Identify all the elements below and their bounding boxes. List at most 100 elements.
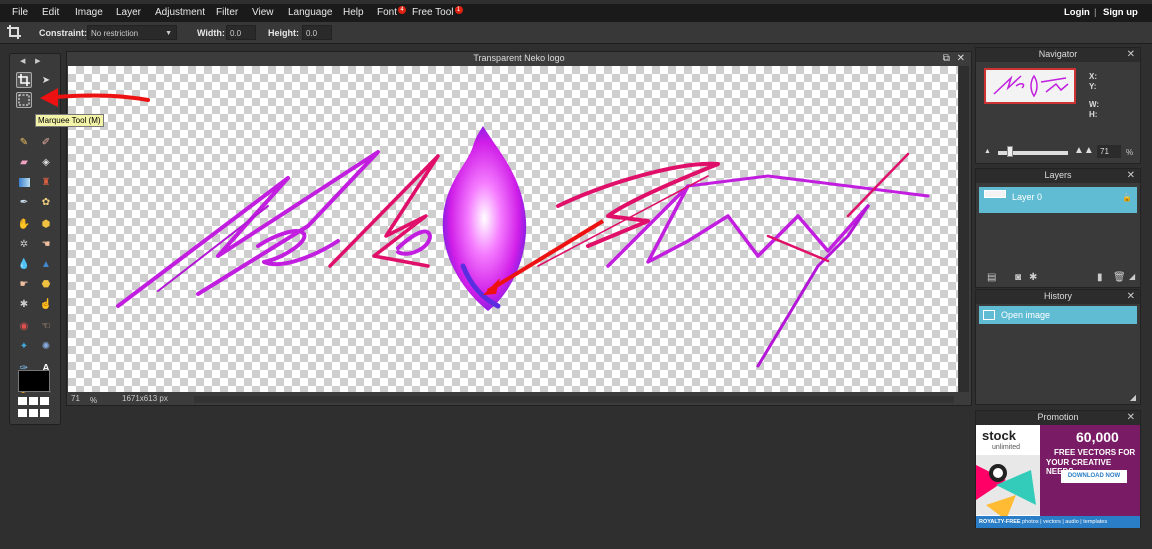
dodge-tool[interactable]: ⬣ [38,276,54,292]
width-field[interactable]: 0.0 [226,25,256,40]
navigator-zoom-field[interactable]: 71 [1097,145,1121,158]
menu-adjustment[interactable]: Adjustment [155,6,205,20]
login-link[interactable]: Login [1064,7,1090,18]
smudge-tool[interactable]: ☚ [38,236,54,252]
layer-settings-icon[interactable]: ▤ [987,272,996,283]
bucket-icon: ◈ [42,156,50,168]
color-picker-tool[interactable]: ✒ [16,194,32,210]
drawing-tool[interactable]: ✋ [16,216,32,232]
replace-color-tool[interactable]: ✿ [38,194,54,210]
tool-grid-button[interactable] [18,397,52,419]
layer-row[interactable]: Layer 0 🔒 [979,187,1137,213]
zoom-slider-handle[interactable] [1007,146,1013,157]
resize-grip-icon[interactable]: ◢ [1129,272,1135,281]
menu-help[interactable]: Help [343,6,364,20]
red-eye-removal-tool[interactable]: ◉ [16,318,32,334]
pencil-icon: ✎ [19,136,29,148]
promotion-panel: Promotion ✕ stock unlimited 60,000 FREE V… [975,410,1141,528]
menu-layer[interactable]: Layer [116,6,141,20]
crop-icon [18,74,30,86]
burn-tool[interactable]: ✱ [16,296,32,312]
sun-icon: ✺ [41,340,51,352]
fill-tool[interactable]: ◈ [38,154,54,170]
marquee-tool[interactable] [16,92,32,108]
blur-tool[interactable]: 💧 [16,256,32,272]
ad-download-button[interactable]: DOWNLOAD NOW [1061,470,1127,483]
crop-tool[interactable] [16,72,32,88]
ad-line-1: FREE VECTORS FOR [1054,448,1136,457]
spot-heal-tool[interactable]: ✲ [16,236,32,252]
liquify-tool[interactable]: ✺ [38,338,54,354]
layer-styles-icon[interactable]: ✱ [1029,272,1037,283]
sponge-tool[interactable]: ☛ [16,276,32,292]
zoom-in-icon[interactable]: ▲▲ [1074,145,1094,156]
brush-tool[interactable]: ✐ [38,134,54,150]
tools-collapse-arrows[interactable]: ◀ ▶ [20,57,41,65]
gradient-tool[interactable] [16,174,32,190]
window-buttons: ⧉ ✕ [943,53,965,64]
menu-bar: File Edit Image Layer Adjustment Filter … [0,4,1152,22]
zoom-field[interactable]: 71 [71,394,80,403]
nav-y-label: Y: [1089,82,1097,91]
menu-view[interactable]: View [252,6,274,20]
new-layer-icon[interactable]: ▮ [1097,272,1103,283]
open-image-icon [983,310,995,320]
pinch-tool[interactable]: ☜ [38,318,54,334]
red-eye-tool[interactable]: ⬢ [38,216,54,232]
height-field[interactable]: 0.0 [302,25,332,40]
layer-mask-icon[interactable]: ◙ [1015,272,1021,283]
pencil-tool[interactable]: ✎ [16,134,32,150]
canvas-status-bar: 71 % 1671x613 px [68,393,968,405]
marquee-icon [18,94,30,106]
marquee-tooltip: Marquee Tool (M) [35,114,104,127]
layers-panel: Layers ✕ Layer 0 🔒 ▤ ◙ ✱ ▮ 🗑 ◢ [975,168,1141,288]
signup-link[interactable]: Sign up [1103,7,1138,18]
close-icon[interactable]: ✕ [1127,169,1135,182]
menu-font[interactable]: Font 4 [377,6,407,20]
navigator-thumbnail[interactable] [984,68,1076,104]
menu-edit[interactable]: Edit [42,6,59,20]
menu-file[interactable]: File [12,6,28,20]
shape-icon: ⬢ [41,218,51,230]
layers-title: Layers [1044,170,1072,180]
hand-finger-tool[interactable]: ☝ [38,296,54,312]
menu-separator: | [1094,7,1097,18]
resize-grip-icon[interactable]: ◢ [1130,393,1136,402]
layer-toolbar: ▤ ◙ ✱ ▮ 🗑 ◢ [979,272,1139,286]
trash-icon[interactable]: 🗑 [1113,272,1126,283]
heal-icon: ✲ [19,238,29,250]
navigator-title: Navigator [1038,49,1078,59]
close-icon[interactable]: ✕ [1127,411,1135,424]
bloat-tool[interactable]: ✦ [16,338,32,354]
vertical-scrollbar[interactable] [959,66,969,392]
crop-icon [7,25,21,39]
chevron-down-icon: ▼ [165,30,172,37]
constraint-value: No restriction [91,29,139,38]
history-item[interactable]: Open image [979,306,1137,324]
close-icon[interactable]: ✕ [957,53,965,64]
stamp-tool[interactable]: ♜ [38,174,54,190]
promotion-title: Promotion [1037,412,1079,422]
promotion-ad[interactable]: stock unlimited 60,000 FREE VECTORS FOR … [976,425,1140,528]
restore-icon[interactable]: ⧉ [943,53,950,64]
stamp-icon: ♜ [41,176,51,188]
lock-icon[interactable]: 🔒 [1122,193,1132,202]
constraint-select[interactable]: No restriction ▼ [87,25,177,40]
ad-brand-sub: unlimited [992,444,1021,451]
horizontal-scrollbar[interactable] [194,396,954,403]
burn-icon: ✱ [19,298,29,310]
image-canvas[interactable] [68,66,958,392]
menu-language[interactable]: Language [288,6,333,20]
menu-filter[interactable]: Filter [216,6,238,20]
foreground-color-swatch[interactable] [18,370,50,392]
close-icon[interactable]: ✕ [1127,48,1135,61]
nav-w-label: W: [1089,100,1100,109]
zoom-out-icon[interactable]: ▲ [984,148,991,155]
nav-h-label: H: [1089,110,1098,119]
ad-footer: ROYALTY-FREE photos | vectors | audio | … [976,516,1140,528]
menu-image[interactable]: Image [75,6,103,20]
sharpen-tool[interactable]: ▲ [38,256,54,272]
eraser-tool[interactable]: ▰ [16,154,32,170]
close-icon[interactable]: ✕ [1127,290,1135,303]
menu-free-tool[interactable]: Free Tool 1 [412,6,463,20]
